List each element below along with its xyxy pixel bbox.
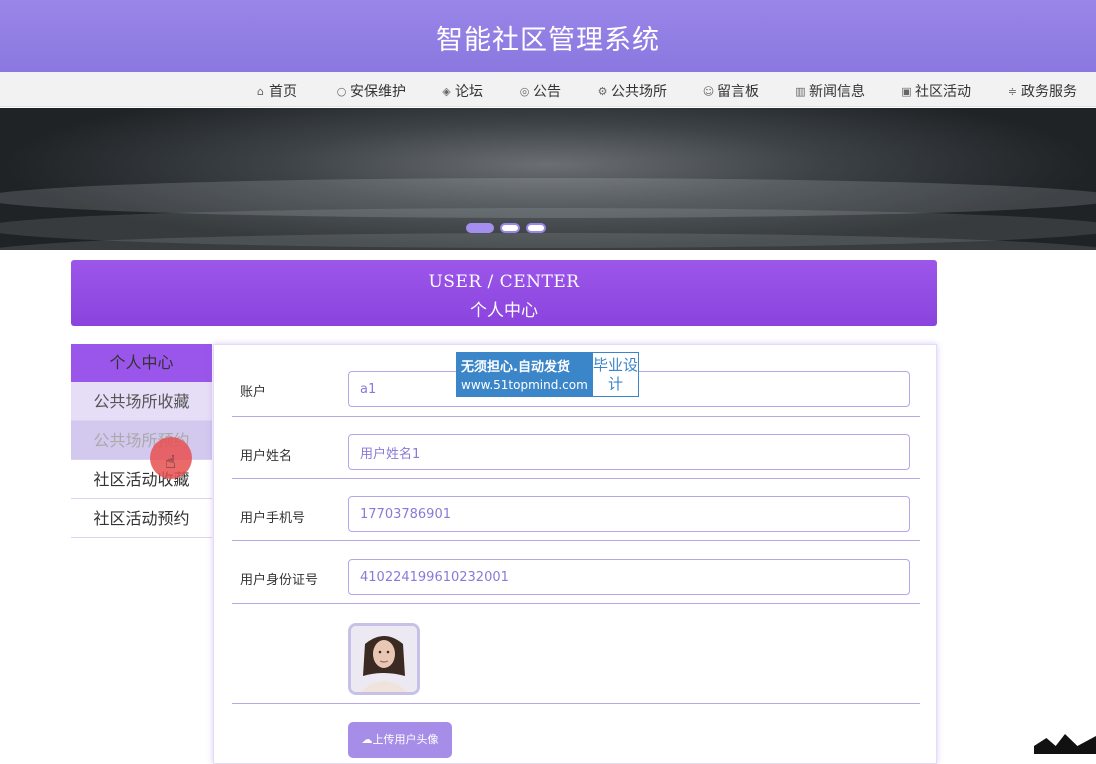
watermark-text: 无须担心.自动发货 www.51topmind.com bbox=[457, 353, 593, 396]
nav-item-notice[interactable]: ◎ 公告 bbox=[518, 81, 561, 101]
smile-icon: ☺ bbox=[702, 84, 715, 98]
nav-item-security[interactable]: ○ 安保维护 bbox=[335, 81, 406, 101]
id-number-label: 用户身份证号 bbox=[240, 573, 319, 588]
carousel-dot[interactable] bbox=[526, 223, 546, 233]
sidebar-item-activity-booking[interactable]: 社区活动预约 bbox=[71, 499, 212, 538]
nav-item-forum[interactable]: ◈ 论坛 bbox=[440, 81, 483, 101]
sliders-icon: ≑ bbox=[1007, 84, 1018, 98]
upload-avatar-button[interactable]: ☁上传用户头像 bbox=[348, 722, 452, 758]
home-icon: ⌂ bbox=[257, 84, 264, 98]
site-header: 智能社区管理系统 bbox=[0, 0, 1096, 72]
watermark-badge: 无须担心.自动发货 www.51topmind.com 毕业设计 bbox=[456, 352, 639, 397]
name-input[interactable] bbox=[348, 434, 910, 470]
watermark-url: www.51topmind.com bbox=[461, 378, 588, 392]
avatar bbox=[348, 623, 420, 695]
user-center-title-cn: 个人中心 bbox=[470, 301, 538, 321]
sidebar-item-activity-favorites[interactable]: 社区活动收藏 bbox=[71, 460, 212, 499]
nav-item-news[interactable]: ▥ 新闻信息 bbox=[794, 81, 865, 101]
account-label: 账户 bbox=[240, 385, 267, 400]
phone-input[interactable] bbox=[348, 496, 910, 532]
cube-icon: ◈ bbox=[442, 84, 451, 98]
watermark-side: 毕业设计 bbox=[593, 353, 638, 396]
main-nav: ⌂ 首页 ○ 安保维护 ◈ 论坛 ◎ 公告 ⚙ 公共场所 ☺ 留言板 ▥ 新闻信息 ▣ 社区活动… bbox=[0, 72, 1096, 107]
calendar-icon: ▣ bbox=[901, 84, 912, 98]
profile-form: 账户 用户姓名 用户手机号 用户身份证号 ☁上传用户头像 bbox=[213, 344, 937, 764]
sidebar-header[interactable]: 个人中心 bbox=[71, 344, 212, 382]
nav-item-public-places[interactable]: ⚙ 公共场所 bbox=[596, 81, 667, 101]
nav-item-home[interactable]: ⌂ 首页 bbox=[254, 81, 297, 101]
palette-icon: ◎ bbox=[519, 84, 530, 98]
name-label: 用户姓名 bbox=[240, 449, 293, 464]
phone-label: 用户手机号 bbox=[240, 511, 306, 526]
hand-cursor-icon: ☝ bbox=[165, 452, 176, 473]
carousel-dot[interactable] bbox=[500, 223, 520, 233]
avatar-portrait bbox=[351, 626, 417, 692]
form-row-id-number: 用户身份证号 bbox=[232, 541, 920, 604]
id-number-input[interactable] bbox=[348, 559, 910, 595]
banner-carousel bbox=[0, 108, 1096, 250]
sidebar: 个人中心 公共场所收藏 公共场所预约 社区活动收藏 社区活动预约 bbox=[71, 344, 212, 538]
site-title: 智能社区管理系统 bbox=[436, 25, 660, 56]
form-row-avatar bbox=[232, 604, 920, 704]
cloud-upload-icon: ☁ bbox=[361, 733, 373, 746]
watermark-line1: 无须担心.自动发货 bbox=[461, 360, 570, 375]
carousel-dot-active[interactable] bbox=[466, 223, 494, 233]
form-row-name: 用户姓名 bbox=[232, 417, 920, 479]
nav-item-gov-service[interactable]: ≑ 政务服务 bbox=[1006, 81, 1077, 101]
form-row-phone: 用户手机号 bbox=[232, 479, 920, 541]
nav-item-message-board[interactable]: ☺ 留言板 bbox=[702, 81, 759, 101]
carousel-indicators bbox=[466, 223, 546, 233]
nav-item-activities[interactable]: ▣ 社区活动 bbox=[900, 81, 971, 101]
sidebar-item-place-favorites[interactable]: 公共场所收藏 bbox=[71, 382, 212, 421]
corner-logo-fragment bbox=[1034, 734, 1096, 754]
news-icon: ▥ bbox=[795, 84, 806, 98]
watermark-side-text: 毕业设计 bbox=[593, 356, 639, 393]
circle-icon: ○ bbox=[336, 84, 347, 98]
user-center-banner: USER / CENTER 个人中心 bbox=[71, 260, 937, 326]
user-center-title-en: USER / CENTER bbox=[428, 272, 580, 292]
gear-icon: ⚙ bbox=[597, 84, 608, 98]
